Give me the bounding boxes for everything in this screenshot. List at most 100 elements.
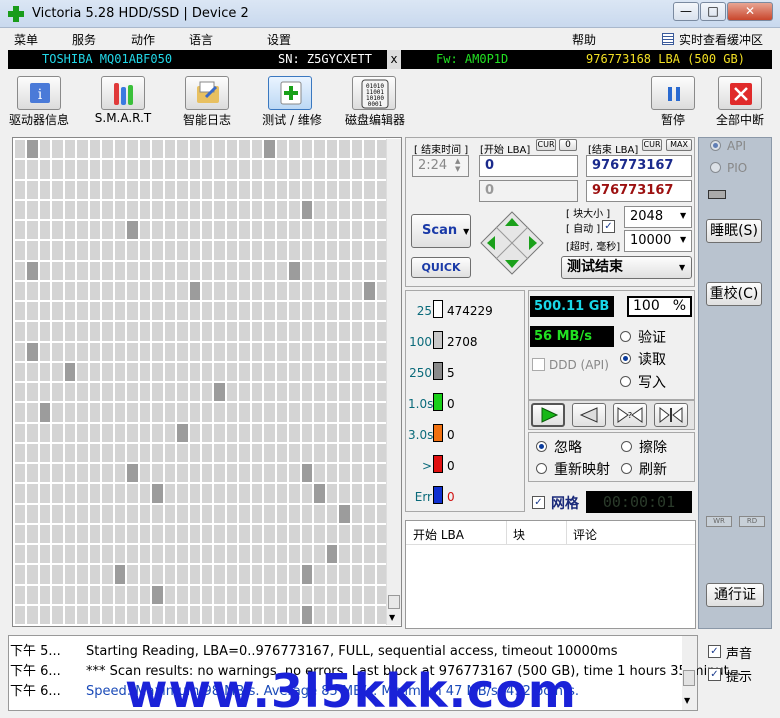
block-cell — [276, 140, 288, 159]
menu-help[interactable]: 帮助 — [572, 31, 596, 48]
end-cur-button[interactable]: CUR — [642, 139, 662, 151]
grid-checkbox[interactable]: ✓ — [532, 496, 545, 509]
log-scrollbar[interactable]: ▼ — [682, 636, 697, 710]
quick-button[interactable]: QUICK — [411, 257, 471, 278]
hint-checkbox[interactable]: ✓ — [708, 668, 721, 681]
close-button[interactable]: ✕ — [727, 2, 773, 21]
block-cell — [276, 585, 288, 604]
block-cell — [52, 140, 63, 159]
erase-radio[interactable] — [621, 441, 632, 452]
block-cell — [264, 241, 275, 260]
block-cell — [114, 241, 126, 260]
play-button[interactable] — [531, 403, 565, 427]
menu-settings[interactable]: 设置 — [267, 31, 291, 48]
block-cell — [276, 545, 288, 564]
auto-checkbox[interactable]: ✓ — [602, 220, 615, 233]
cache-view-menu[interactable]: 实时查看缓冲区 — [679, 31, 763, 48]
menu-service[interactable]: 服务 — [72, 31, 96, 48]
block-cell — [351, 200, 363, 219]
maximize-button[interactable]: □ — [700, 2, 726, 21]
progress-percent: 100% — [627, 296, 692, 317]
sleep-button[interactable]: 睡眠(S) — [706, 219, 762, 243]
status-dropdown[interactable]: 测试结束 — [561, 256, 692, 279]
menu-main[interactable]: 菜单 — [14, 31, 38, 48]
sound-checkbox[interactable]: ✓ — [708, 645, 721, 658]
block-cell — [127, 180, 138, 199]
menu-language[interactable]: 语言 — [189, 31, 213, 48]
minimize-button[interactable]: — — [673, 2, 699, 21]
block-cell — [164, 221, 176, 240]
log-scroll-down-icon[interactable]: ▼ — [684, 696, 690, 705]
smart-log-button[interactable] — [185, 76, 229, 110]
reverse-button[interactable] — [572, 403, 606, 427]
block-cell — [89, 200, 101, 219]
block-cell — [364, 423, 375, 442]
pio-radio[interactable] — [710, 162, 721, 173]
block-cell — [314, 423, 325, 442]
col-start-lba[interactable]: 开始 LBA — [413, 526, 464, 543]
api-radio[interactable] — [710, 140, 721, 151]
test-repair-button[interactable] — [268, 76, 312, 110]
block-cell — [114, 464, 126, 483]
recalibrate-button[interactable]: 重校(C) — [706, 282, 762, 306]
block-cell — [339, 302, 350, 321]
block-cell — [339, 504, 350, 523]
verify-radio[interactable] — [620, 331, 631, 342]
block-size-chevron-icon[interactable]: ▼ — [680, 211, 686, 220]
block-cell — [264, 605, 275, 624]
block-cell — [127, 545, 138, 564]
block-cell — [239, 140, 250, 159]
block-cell — [114, 281, 126, 300]
timeout-chevron-icon[interactable]: ▼ — [680, 235, 686, 244]
disk-editor-button[interactable]: 01010 11001 10100 0001 — [352, 76, 396, 110]
start-zero-button[interactable]: 0 — [559, 139, 577, 151]
block-cell — [102, 241, 113, 260]
write-radio[interactable] — [620, 376, 631, 387]
direction-pad-icon[interactable] — [479, 210, 545, 276]
jump-back-button[interactable]: ? — [613, 403, 647, 427]
block-cell — [301, 241, 313, 260]
block-cell — [15, 383, 26, 402]
block-cell — [15, 140, 26, 159]
ddd-api-checkbox[interactable] — [532, 358, 545, 371]
block-cell — [351, 423, 363, 442]
block-cell — [339, 464, 350, 483]
log-scroll-thumb[interactable] — [683, 670, 695, 686]
passport-button[interactable]: 通行证 — [706, 583, 764, 607]
end-max-button[interactable]: MAX — [666, 139, 692, 151]
block-cell — [139, 342, 151, 361]
block-cell — [214, 221, 225, 240]
block-cell — [64, 221, 76, 240]
start-cur-button[interactable]: CUR — [536, 139, 556, 151]
col-comment[interactable]: 评论 — [573, 526, 597, 543]
block-cell — [114, 484, 126, 503]
block-cell — [89, 383, 101, 402]
remap-radio[interactable] — [536, 463, 547, 474]
stop-all-button[interactable] — [718, 76, 762, 110]
scroll-thumb[interactable] — [388, 595, 400, 609]
refresh-radio[interactable] — [621, 463, 632, 474]
drive-info-button[interactable]: i — [17, 76, 61, 110]
block-map-scrollbar[interactable]: ▼ — [386, 139, 401, 625]
ignore-radio[interactable] — [536, 441, 547, 452]
start-lba-field[interactable]: 0 — [479, 155, 578, 177]
jump-back-icon: ? — [617, 407, 643, 423]
status-chevron-icon[interactable]: ▼ — [679, 263, 685, 272]
col-block[interactable]: 块 — [513, 526, 525, 543]
menu-action[interactable]: 动作 — [131, 31, 155, 48]
end-time-field[interactable]: 2:24 — [412, 155, 469, 177]
legend-count: 0 — [447, 459, 455, 473]
block-cell — [326, 484, 338, 503]
end-lba-field[interactable]: 976773167 — [586, 155, 692, 177]
block-cell — [201, 484, 213, 503]
time-spinner-icon[interactable]: ▲ ▼ — [455, 157, 460, 173]
block-cell — [189, 585, 200, 604]
scan-button[interactable]: Scan ▼ — [411, 214, 471, 248]
pause-button[interactable] — [651, 76, 695, 110]
device-close-button[interactable]: x — [387, 50, 401, 69]
smart-button[interactable] — [101, 76, 145, 110]
scroll-down-icon[interactable]: ▼ — [389, 613, 395, 622]
read-radio[interactable] — [620, 353, 631, 364]
block-cell — [351, 605, 363, 624]
jump-end-button[interactable] — [654, 403, 688, 427]
